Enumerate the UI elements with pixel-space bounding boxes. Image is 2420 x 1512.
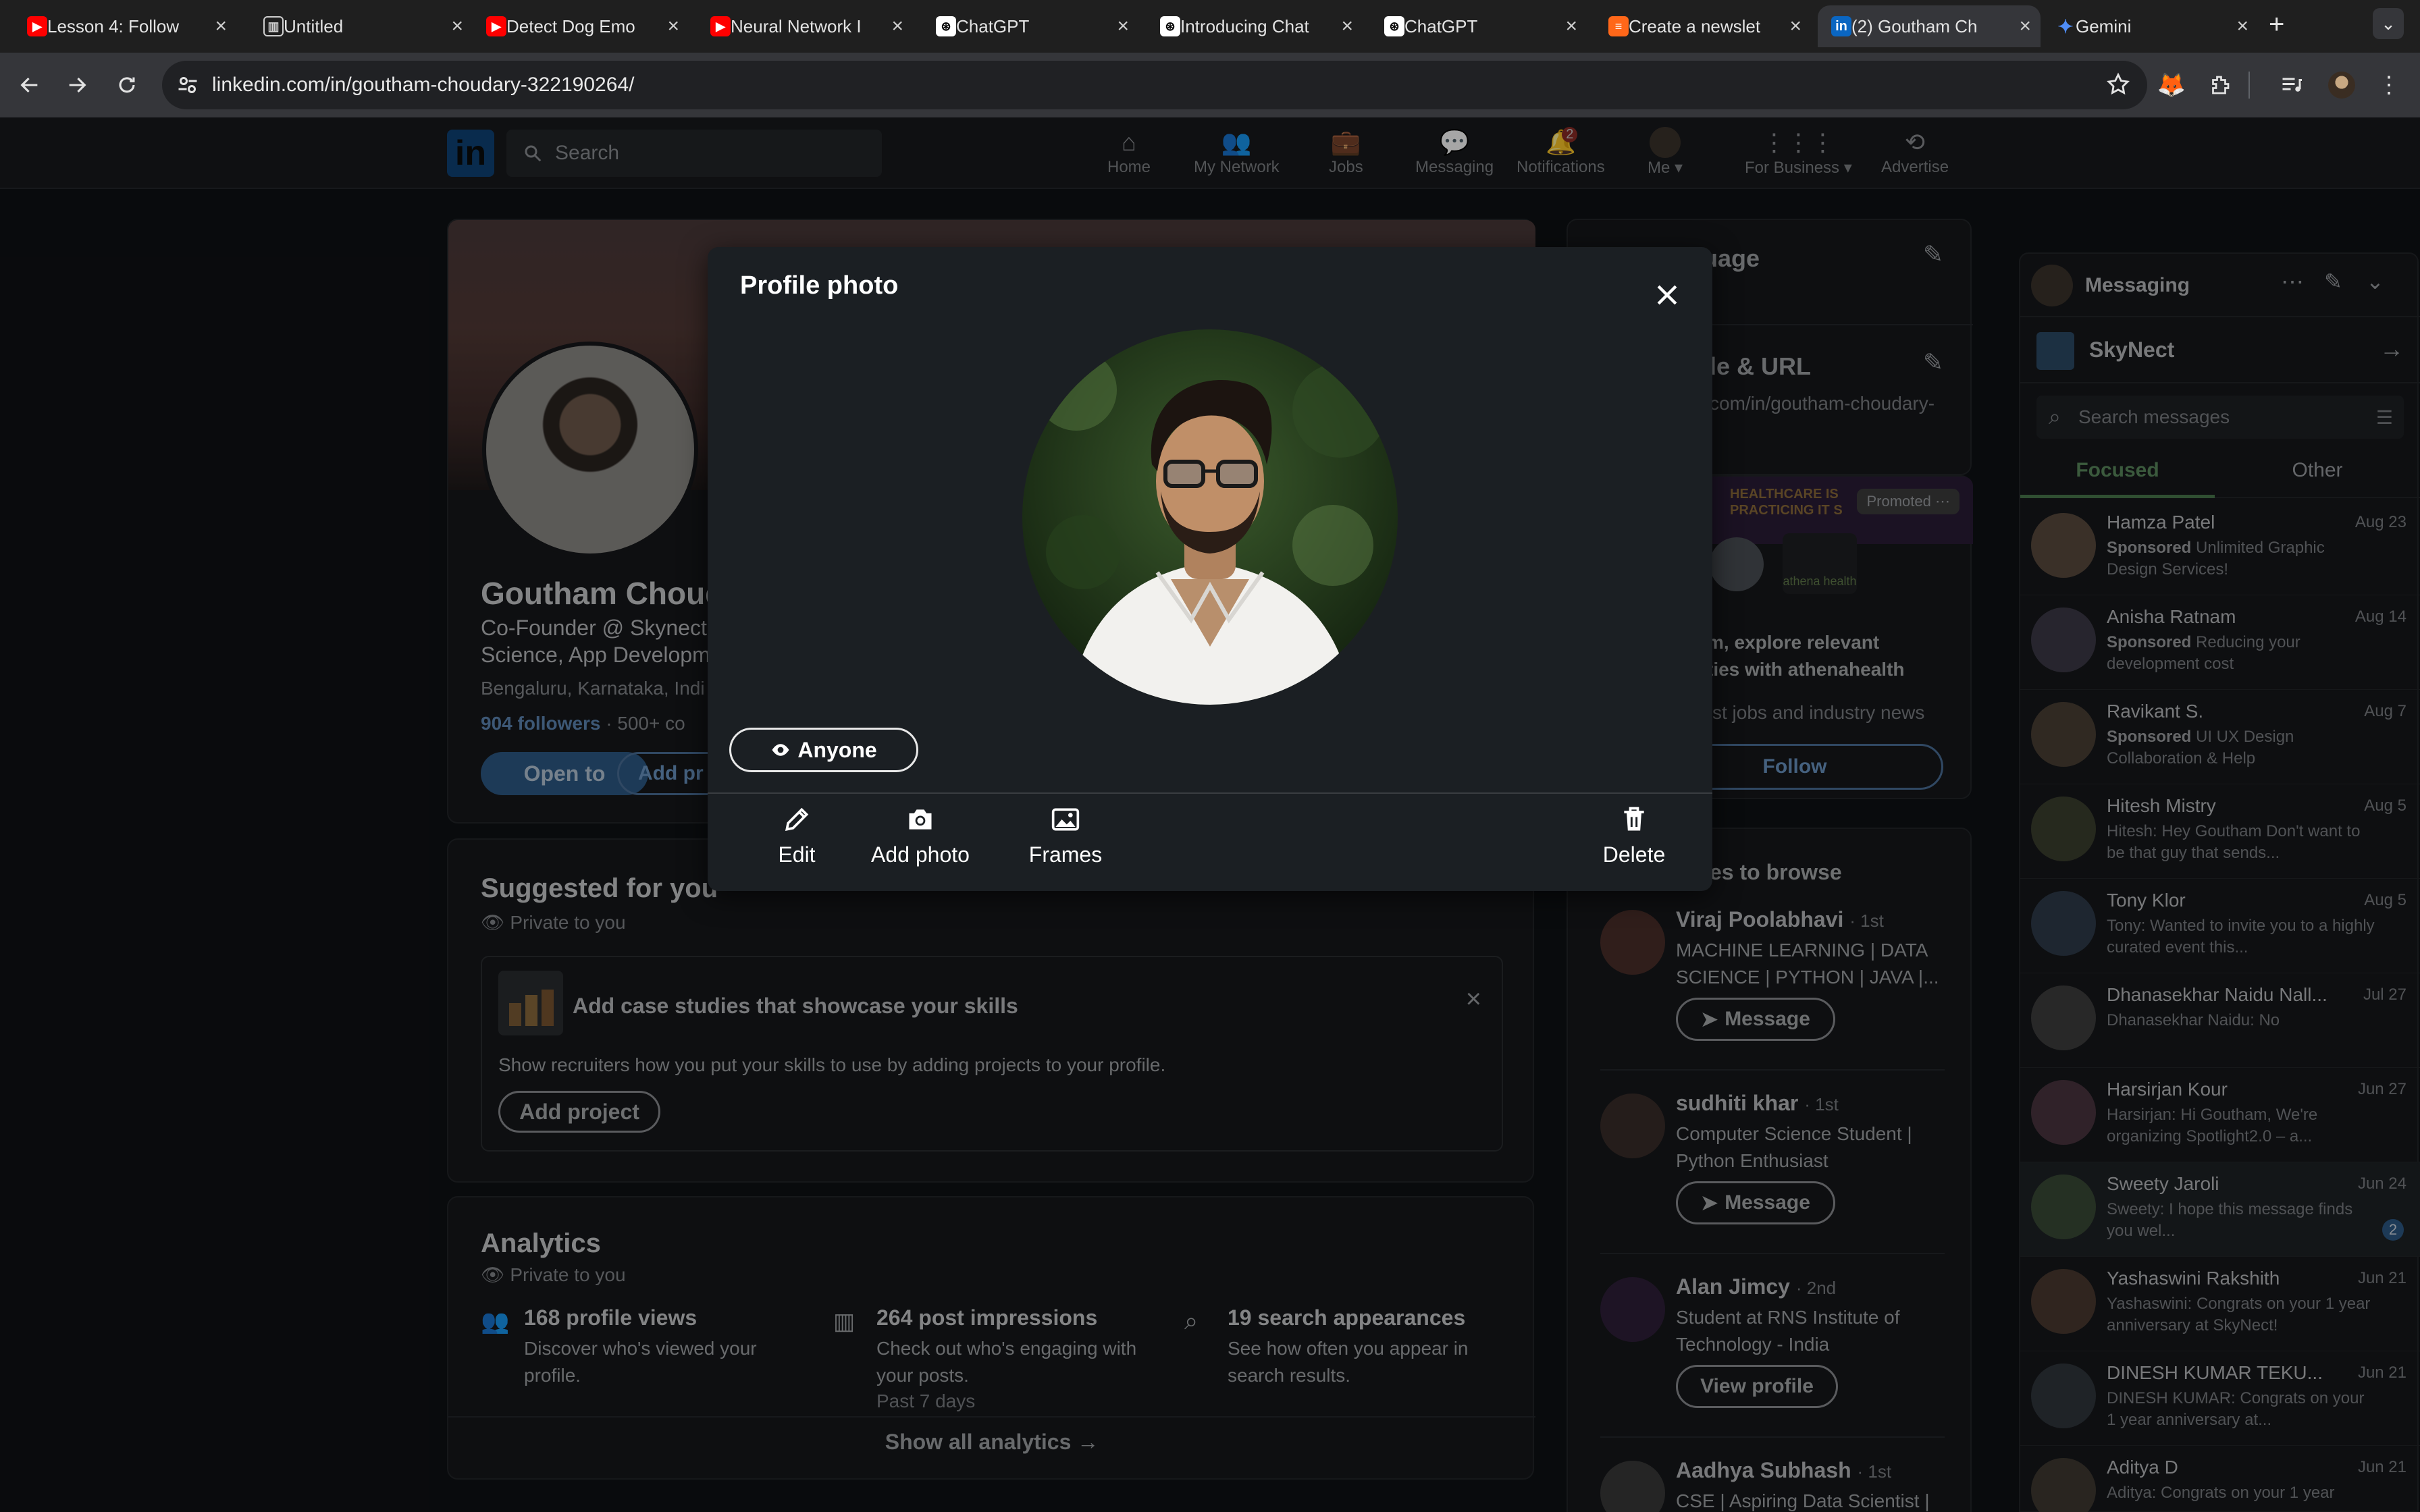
edit-photo-button[interactable]: Edit (756, 805, 837, 867)
close-icon[interactable] (1643, 271, 1691, 319)
action-label: Frames (1028, 842, 1103, 867)
address-bar[interactable]: linkedin.com/in/goutham-choudary-3221902… (162, 61, 2147, 109)
profile-photo-modal: Profile photo Anyone Edit Add photo Fram… (708, 247, 1712, 891)
youtube-icon: ▶ (486, 16, 506, 36)
browser-tab[interactable]: ▶ Neural Network I × (697, 5, 913, 47)
close-tab-icon[interactable]: × (1789, 15, 1801, 38)
visibility-label: Anyone (797, 737, 877, 762)
browser-tab[interactable]: ⊛ ChatGPT × (922, 5, 1138, 47)
add-photo-button[interactable]: Add photo (856, 805, 984, 867)
browser-tab[interactable]: ▶ Detect Dog Emo × (473, 5, 689, 47)
back-icon[interactable] (14, 69, 46, 101)
doc-icon: ▥ (263, 16, 284, 36)
browser-menu-icon[interactable]: ⋮ (2370, 66, 2408, 104)
browser-tab[interactable]: ⊛ Introducing Chat × (1147, 5, 1363, 47)
tab-title: ChatGPT (1404, 16, 1478, 36)
tab-title: Gemini (2076, 16, 2132, 36)
close-tab-icon[interactable]: × (451, 15, 463, 38)
site-info-icon[interactable] (176, 73, 200, 97)
tab-title: ChatGPT (956, 16, 1030, 36)
close-tab-icon[interactable]: × (1117, 15, 1129, 38)
media-control-icon[interactable] (2273, 66, 2311, 104)
browser-tab-bar: ▶ Lesson 4: Follow × ▥ Untitled × ▶ Dete… (0, 0, 2420, 53)
browser-tab[interactable]: ▶ Lesson 4: Follow × (14, 5, 236, 47)
camera-icon (909, 809, 932, 830)
tab-title: Introducing Chat (1180, 16, 1309, 36)
reload-icon[interactable] (111, 69, 143, 101)
forward-icon[interactable] (61, 69, 93, 101)
tab-title: Detect Dog Emo (506, 16, 635, 36)
image-icon (1051, 808, 1080, 831)
close-tab-icon[interactable]: × (891, 15, 903, 38)
modal-title: Profile photo (740, 271, 899, 300)
eye-icon (772, 744, 789, 756)
modal-divider (708, 792, 1712, 794)
pencil-icon (785, 807, 809, 832)
metamask-extension-icon[interactable]: 🦊 (2153, 66, 2190, 104)
profile-avatar[interactable] (2323, 66, 2361, 104)
new-tab-icon[interactable]: + (2269, 9, 2284, 40)
action-label: Add photo (871, 842, 970, 867)
extensions-icon[interactable] (2201, 66, 2239, 104)
close-tab-icon[interactable]: × (2019, 15, 2031, 38)
close-tab-icon[interactable]: × (667, 15, 679, 38)
action-label: Edit (778, 842, 816, 867)
bookmark-star-icon[interactable] (2105, 72, 2131, 97)
browser-tab[interactable]: ✦ Gemini × (2042, 5, 2258, 47)
tab-search-icon[interactable]: ⌄ (2373, 8, 2404, 39)
trash-icon (1624, 807, 1644, 831)
delete-photo-button[interactable]: Delete (1587, 805, 1681, 867)
tab-title: Untitled (284, 16, 344, 36)
action-label: Delete (1602, 842, 1666, 867)
tab-title: Neural Network I (731, 16, 862, 36)
visibility-button[interactable]: Anyone (729, 728, 918, 772)
browser-tab[interactable]: ▥ Untitled × (250, 5, 473, 47)
url-text[interactable]: linkedin.com/in/goutham-choudary-3221902… (212, 74, 634, 97)
youtube-icon: ▶ (710, 16, 731, 36)
substack-icon: ≡ (1608, 16, 1629, 36)
frames-button[interactable]: Frames (1018, 805, 1113, 867)
browser-toolbar: linkedin.com/in/goutham-choudary-3221902… (0, 53, 2420, 117)
browser-tab[interactable]: ⊛ ChatGPT × (1371, 5, 1587, 47)
tab-title: Create a newslet (1629, 16, 1761, 36)
gemini-icon: ✦ (2057, 16, 2074, 37)
chatgpt-icon: ⊛ (1384, 16, 1404, 36)
chatgpt-icon: ⊛ (1160, 16, 1180, 36)
toolbar-divider (2248, 72, 2250, 99)
tab-title: (2) Goutham Ch (1851, 16, 1978, 36)
chatgpt-icon: ⊛ (936, 16, 956, 36)
youtube-icon: ▶ (27, 16, 47, 36)
close-tab-icon[interactable]: × (2236, 15, 2248, 38)
browser-tab[interactable]: ≡ Create a newslet × (1595, 5, 1811, 47)
close-tab-icon[interactable]: × (215, 15, 227, 38)
close-tab-icon[interactable]: × (1565, 15, 1577, 38)
profile-photo-large (1022, 329, 1398, 705)
tab-title: Lesson 4: Follow (47, 16, 180, 36)
browser-tab-active[interactable]: in (2) Goutham Ch × (1818, 5, 2041, 47)
close-tab-icon[interactable]: × (1341, 15, 1353, 38)
linkedin-icon: in (1831, 16, 1851, 36)
